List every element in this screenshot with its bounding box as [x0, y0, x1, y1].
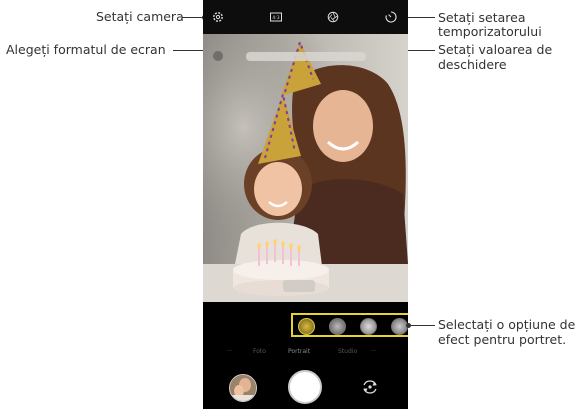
callout-line-camera-settings [182, 17, 204, 18]
callout-timer-line1: Setați setarea [438, 10, 526, 25]
callout-camera-settings: Setați camera [96, 9, 184, 24]
callout-portrait-effect-line2: efect pentru portret. [438, 332, 567, 347]
gear-icon[interactable] [211, 10, 225, 24]
mode-item[interactable]: Foto [253, 348, 266, 355]
callout-aperture-line2: deschidere [438, 57, 507, 72]
mode-item[interactable]: Studio [338, 348, 357, 355]
effect-option-3[interactable] [360, 318, 377, 335]
shutter-button[interactable] [288, 370, 322, 404]
aspect-ratio-label: 4:3 [272, 15, 279, 21]
callout-screen-format: Alegeți formatul de ecran [6, 42, 166, 57]
mode-item[interactable]: ··· [371, 348, 377, 355]
gallery-thumbnail[interactable] [229, 374, 257, 402]
callout-dot-portrait-effect [406, 323, 411, 328]
aperture-icon[interactable] [326, 10, 340, 24]
camera-switch-icon[interactable] [360, 377, 380, 397]
mode-item-selected[interactable]: Portrait [288, 348, 310, 355]
effect-option-1[interactable] [298, 318, 315, 335]
callout-portrait-effect-line1: Selectați o opțiune de [438, 317, 576, 332]
camera-mode-bar: ··· Foto Portrait Studio ··· [203, 348, 408, 360]
callout-timer-line2: temporizatorului [438, 24, 542, 39]
camera-preview[interactable] [203, 34, 408, 302]
callout-aperture-line1: Setați valoarea de [438, 42, 553, 57]
callout-line-portrait-effect [409, 325, 435, 326]
mode-item[interactable]: ··· [227, 348, 233, 355]
portrait-photo [203, 34, 408, 302]
phone-screen: 4:3 ··· Foto Portrait Studio ··· [203, 0, 408, 409]
effect-option-2[interactable] [329, 318, 346, 335]
camera-bottom-bar: ··· Foto Portrait Studio ··· [203, 302, 408, 409]
aspect-ratio-icon[interactable]: 4:3 [269, 10, 283, 24]
timer-icon[interactable] [384, 10, 398, 24]
camera-top-bar: 4:3 [203, 0, 408, 34]
